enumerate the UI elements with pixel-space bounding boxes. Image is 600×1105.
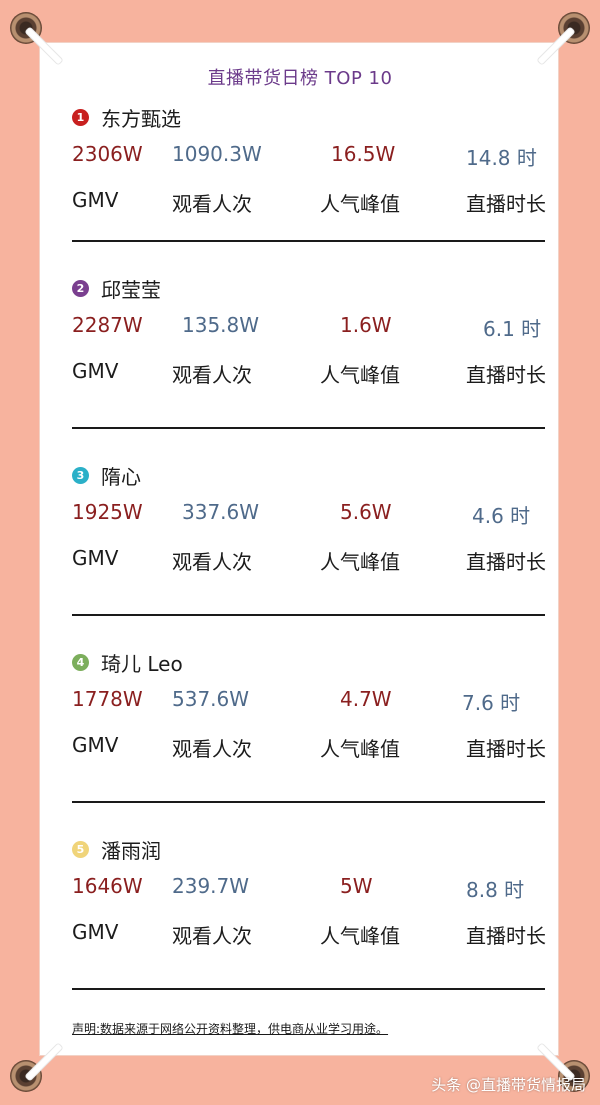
duration-value: 14.8 时 [466, 146, 537, 170]
entry-header: 5 潘雨润 [72, 834, 161, 864]
divider [72, 240, 545, 242]
gmv-value: 1925W [72, 500, 143, 524]
views-value: 135.8W [182, 313, 260, 337]
divider [72, 988, 545, 990]
views-label: 观看人次 [172, 550, 252, 574]
watermark-credit: 头条 @直播带货情报局 [431, 1076, 586, 1094]
divider [72, 801, 545, 803]
gmv-value: 1646W [72, 874, 143, 898]
views-value: 537.6W [172, 687, 250, 711]
duration-value: 4.6 时 [472, 504, 531, 528]
gmv-value: 2306W [72, 142, 143, 166]
gmv-value: 2287W [72, 313, 143, 337]
duration-label: 直播时长 [466, 550, 546, 574]
rank-badge: 3 [72, 466, 89, 484]
streamer-name: 邱莹莹 [101, 277, 161, 302]
divider [72, 614, 545, 616]
streamer-name: 琦儿 Leo [101, 651, 183, 676]
gmv-label: GMV [72, 733, 119, 757]
duration-value: 8.8 时 [466, 878, 525, 902]
duration-value: 7.6 时 [462, 691, 521, 715]
peak-label: 人气峰值 [320, 192, 400, 216]
duration-label: 直播时长 [466, 924, 546, 948]
streamer-name: 东方甄选 [101, 106, 181, 131]
views-label: 观看人次 [172, 737, 252, 761]
streamer-name: 潘雨润 [101, 838, 161, 863]
views-label: 观看人次 [172, 363, 252, 387]
peak-label: 人气峰值 [320, 737, 400, 761]
rank-badge: 5 [72, 840, 89, 858]
peak-value: 1.6W [340, 313, 392, 337]
entry-header: 3 隋心 [72, 460, 141, 490]
peak-value: 16.5W [331, 142, 396, 166]
views-value: 239.7W [172, 874, 250, 898]
divider [72, 427, 545, 429]
streamer-name: 隋心 [101, 464, 141, 489]
peak-value: 5.6W [340, 500, 392, 524]
entry-header: 2 邱莹莹 [72, 273, 161, 303]
gmv-label: GMV [72, 359, 119, 383]
peak-label: 人气峰值 [320, 550, 400, 574]
duration-value: 6.1 时 [483, 317, 542, 341]
rank-badge: 2 [72, 279, 89, 297]
page-title: 直播带货日榜 TOP 10 [207, 68, 393, 89]
gmv-label: GMV [72, 920, 119, 944]
duration-label: 直播时长 [466, 192, 546, 216]
duration-label: 直播时长 [466, 737, 546, 761]
peak-label: 人气峰值 [320, 924, 400, 948]
views-value: 337.6W [182, 500, 260, 524]
duration-label: 直播时长 [466, 363, 546, 387]
gmv-value: 1778W [72, 687, 143, 711]
views-value: 1090.3W [172, 142, 262, 166]
gmv-label: GMV [72, 188, 119, 212]
rank-badge: 4 [72, 653, 89, 671]
peak-label: 人气峰值 [320, 363, 400, 387]
gmv-label: GMV [72, 546, 119, 570]
views-label: 观看人次 [172, 192, 252, 216]
entry-header: 4 琦儿 Leo [72, 647, 183, 677]
views-label: 观看人次 [172, 924, 252, 948]
entry-header: 1 东方甄选 [72, 102, 181, 132]
peak-value: 5W [340, 874, 373, 898]
disclaimer: 声明:数据来源于网络公开资料整理，供电商从业学习用途。 [72, 1022, 389, 1036]
peak-value: 4.7W [340, 687, 392, 711]
rank-badge: 1 [72, 108, 89, 126]
